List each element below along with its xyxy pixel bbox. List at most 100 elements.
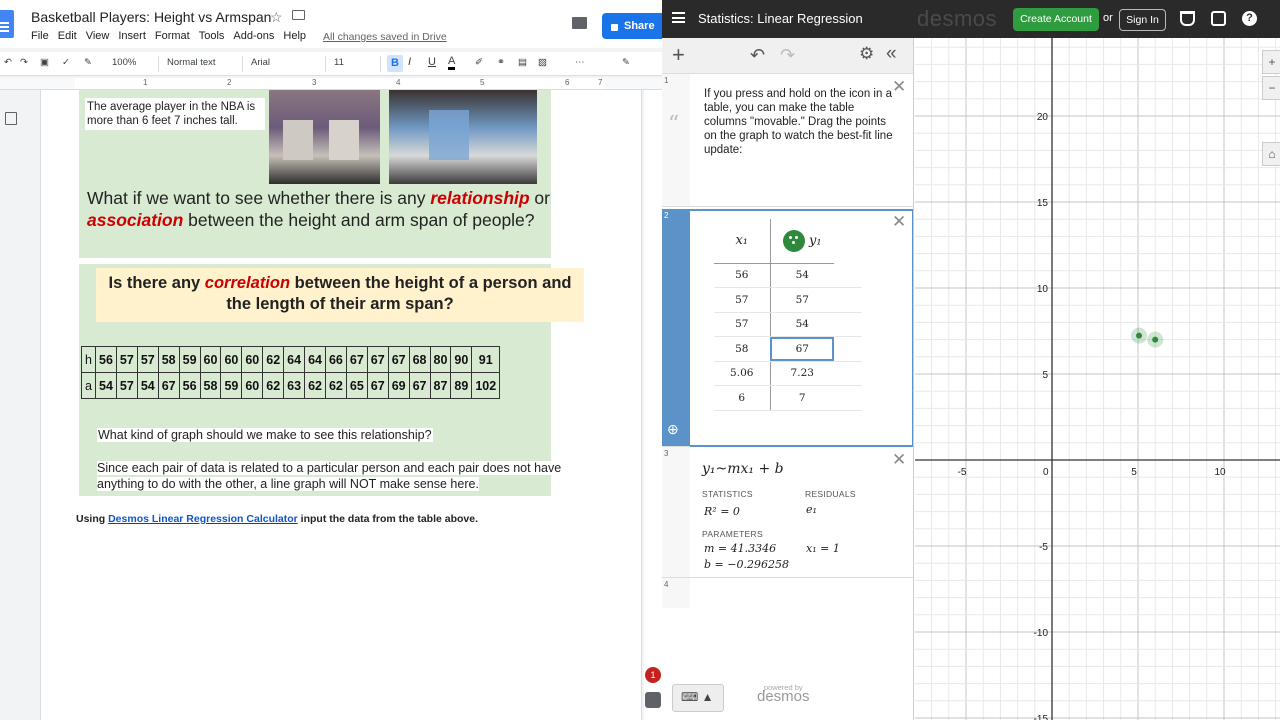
- desmos-link[interactable]: Desmos Linear Regression Calculator: [108, 513, 298, 525]
- spellcheck-icon[interactable]: ✓: [62, 57, 70, 68]
- x1-cell[interactable]: 56: [714, 263, 771, 288]
- create-account-button[interactable]: Create Account: [1013, 8, 1099, 31]
- save-status[interactable]: All changes saved in Drive: [323, 31, 447, 43]
- sign-in-button[interactable]: Sign In: [1119, 9, 1166, 31]
- paint-format-icon[interactable]: ✎: [84, 57, 92, 68]
- highlight-icon[interactable]: ✐: [475, 57, 483, 68]
- y1-cell[interactable]: 54: [770, 312, 834, 337]
- font-size-select[interactable]: 11: [334, 57, 344, 68]
- explore-icon[interactable]: [645, 692, 661, 708]
- column-header-x1[interactable]: x₁: [714, 219, 771, 264]
- powered-by-desmos[interactable]: powered by desmos: [757, 683, 810, 704]
- insert-image-icon[interactable]: ▨: [538, 57, 547, 68]
- intercept-value: b = −0.296258: [704, 558, 789, 571]
- y1-cell[interactable]: 54: [770, 263, 834, 288]
- font-select[interactable]: Arial: [251, 57, 270, 68]
- armspan-cell: 62: [324, 372, 347, 399]
- y1-cell[interactable]: 7.23: [770, 361, 834, 386]
- text-color-button[interactable]: A: [448, 55, 456, 70]
- delete-expression-icon[interactable]: ✕: [892, 77, 906, 97]
- table-row: 5.06 7.23: [714, 361, 862, 386]
- collapse-list-icon[interactable]: «: [886, 43, 897, 65]
- emphasis-association: association: [87, 210, 184, 230]
- share-button[interactable]: Share: [602, 13, 662, 39]
- move-folder-icon[interactable]: [292, 10, 305, 20]
- desmos-header: Statistics: Linear Regression desmos Cre…: [662, 0, 1280, 38]
- note-text[interactable]: If you press and hold on the icon in a t…: [704, 87, 894, 157]
- expression-note[interactable]: 1 “ If you press and hold on the icon in…: [662, 74, 913, 207]
- underline-button[interactable]: U: [428, 56, 436, 68]
- armspan-cell: 54: [95, 372, 117, 399]
- height-cell: 60: [220, 346, 243, 373]
- ruler-number: 5: [480, 78, 485, 87]
- ruler[interactable]: 1 2 3 4 5 6 7: [0, 78, 662, 90]
- armspan-cell: 60: [241, 372, 264, 399]
- menu-file[interactable]: File: [31, 30, 49, 42]
- x1-cell[interactable]: 57: [714, 312, 771, 337]
- keyboard-toggle-button[interactable]: ⌨ ▲: [672, 684, 724, 712]
- zoom-out-button[interactable]: −: [1262, 76, 1280, 100]
- add-item-icon[interactable]: +: [672, 42, 685, 68]
- home-button[interactable]: ⌂: [1262, 142, 1280, 166]
- x1-cell[interactable]: 58: [714, 336, 771, 362]
- residual-variable[interactable]: e₁: [806, 503, 817, 516]
- y-tick-label: -10: [1034, 628, 1049, 639]
- menu-tools[interactable]: Tools: [199, 30, 225, 42]
- menu-help[interactable]: Help: [283, 30, 306, 42]
- y1-cell-active[interactable]: 67: [770, 336, 834, 362]
- menu-view[interactable]: View: [86, 30, 110, 42]
- more-icon[interactable]: ⋯: [575, 57, 585, 68]
- editing-mode-icon[interactable]: ✎: [622, 57, 630, 68]
- docs-logo-icon[interactable]: [0, 10, 14, 38]
- star-icon[interactable]: ☆: [270, 9, 283, 26]
- row-label: a: [81, 372, 96, 399]
- add-comment-icon[interactable]: ▤: [518, 57, 527, 68]
- undo-icon[interactable]: ↶: [4, 57, 12, 68]
- expression-empty[interactable]: 4: [662, 578, 913, 608]
- x1-cell[interactable]: 57: [714, 287, 771, 313]
- menu-addons[interactable]: Add-ons: [233, 30, 274, 42]
- italic-button[interactable]: I: [408, 56, 411, 68]
- menu-format[interactable]: Format: [155, 30, 190, 42]
- docs-toolbar: ↶ ↷ ▣ ✓ ✎ 100% Normal text Arial 11 B I …: [0, 52, 662, 76]
- zoom-fit-icon[interactable]: ⊕: [667, 421, 679, 438]
- delete-expression-icon[interactable]: ✕: [892, 212, 906, 232]
- comment-history-icon[interactable]: [572, 17, 587, 29]
- delete-expression-icon[interactable]: ✕: [892, 450, 906, 470]
- document-outline-icon[interactable]: [5, 112, 17, 125]
- graph-title[interactable]: Statistics: Linear Regression: [698, 11, 863, 26]
- y1-cell[interactable]: 57: [770, 287, 834, 313]
- share-graph-icon[interactable]: [1211, 11, 1226, 26]
- menu-insert[interactable]: Insert: [118, 30, 146, 42]
- menu-edit[interactable]: Edit: [58, 30, 77, 42]
- notification-badge[interactable]: 1: [645, 667, 661, 683]
- help-icon[interactable]: ?: [1242, 11, 1257, 26]
- docs-scrollbar[interactable]: [644, 90, 662, 720]
- bold-button[interactable]: B: [387, 55, 403, 72]
- zoom-in-button[interactable]: +: [1262, 50, 1280, 74]
- graph-paper[interactable]: -5 0 5 10 20 15 10 5 -5 -10 -15 + − ⌂: [915, 38, 1280, 720]
- hamburger-menu-icon[interactable]: [672, 12, 685, 23]
- height-row: h 56 57 57 58 59 60 60 60 62 64 64 66 67 67 67 68 80 90 91: [81, 346, 501, 373]
- column-header-y1[interactable]: y₁: [770, 219, 834, 264]
- point-style-icon[interactable]: [782, 229, 805, 252]
- link-icon[interactable]: ⚭: [497, 57, 505, 68]
- document-title[interactable]: Basketball Players: Height vs Armspan: [31, 9, 271, 25]
- x1-cell[interactable]: 5.06: [714, 361, 771, 386]
- redo-icon[interactable]: ↷: [20, 57, 28, 68]
- redo-icon[interactable]: ↷: [780, 45, 795, 66]
- expression-regression[interactable]: 3 y₁~mx₁ + b ✕ STATISTICS RESIDUALS R² =…: [662, 447, 913, 578]
- document-page[interactable]: The average player in the NBA is more th…: [40, 90, 642, 720]
- regression-formula[interactable]: y₁~mx₁ + b: [702, 461, 784, 477]
- expression-table[interactable]: 2 ⊕ ✕ x₁ y₁ 56 54 57 57 57 54 58 67 5.06 7.23 6 7: [662, 209, 913, 447]
- paragraph-style-select[interactable]: Normal text: [167, 57, 216, 68]
- x1-cell[interactable]: 6: [714, 385, 771, 411]
- print-icon[interactable]: ▣: [40, 57, 49, 68]
- graph-canvas[interactable]: -5 0 5 10 20 15 10 5 -5 -10 -15: [915, 38, 1280, 720]
- trophy-icon[interactable]: [1180, 11, 1195, 26]
- gear-icon[interactable]: ⚙: [859, 44, 874, 64]
- zoom-select[interactable]: 100%: [112, 57, 136, 68]
- y1-cell[interactable]: 7: [770, 385, 834, 411]
- ruler-number: 3: [312, 78, 317, 87]
- undo-icon[interactable]: ↶: [750, 45, 765, 66]
